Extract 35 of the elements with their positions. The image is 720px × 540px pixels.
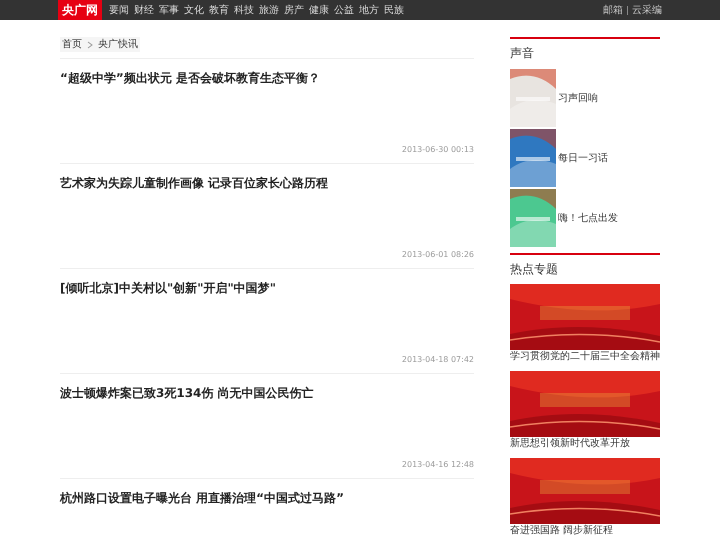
article-date: 2013-06-01 08:26 bbox=[402, 249, 474, 261]
nav-link[interactable]: 教育 bbox=[208, 2, 230, 18]
nav-link[interactable]: 地方 bbox=[358, 2, 380, 18]
nav-link[interactable]: 军事 bbox=[158, 2, 180, 18]
audio-title[interactable]: 每日一习话 bbox=[558, 150, 608, 166]
article-title[interactable]: [倾听北京]中关村以"创新"开启"中国梦" bbox=[60, 279, 474, 297]
nav-link[interactable]: 旅游 bbox=[258, 2, 280, 18]
nav-link[interactable]: 公益 bbox=[333, 2, 355, 18]
site-logo[interactable]: 央广网 bbox=[58, 0, 102, 20]
article-date: 2013-04-18 07:42 bbox=[402, 354, 474, 366]
audio-title[interactable]: 习声回响 bbox=[558, 90, 598, 106]
article-date: 2013-06-30 00:13 bbox=[402, 144, 474, 156]
topic-caption[interactable]: 学习贯彻党的二十届三中全会精神 bbox=[510, 351, 660, 363]
article-title[interactable]: 艺术家为失踪儿童制作画像 记录百位家长心路历程 bbox=[60, 174, 474, 192]
nav-link[interactable]: 健康 bbox=[308, 2, 330, 18]
article-date: 2013-04-16 12:48 bbox=[402, 459, 474, 471]
section-heading: 热点专题 bbox=[510, 261, 559, 278]
breadcrumb-link[interactable]: 首页 bbox=[62, 37, 82, 52]
chevron-icon bbox=[87, 40, 93, 48]
article-title[interactable]: “超级中学”频出状元 是否会破坏教育生态平衡？ bbox=[60, 69, 474, 87]
nav-link[interactable]: 要闻 bbox=[108, 2, 130, 18]
header-link[interactable]: 云采编 bbox=[632, 2, 662, 18]
nav-link[interactable]: 科技 bbox=[233, 2, 255, 18]
header-link[interactable]: 邮箱 bbox=[603, 2, 623, 18]
article-title[interactable]: 波士顿爆炸案已致3死134伤 尚无中国公民伤亡 bbox=[60, 384, 474, 402]
breadcrumb-link[interactable]: 央广快讯 bbox=[98, 37, 138, 52]
article-title[interactable]: 杭州路口设置电子曝光台 用直播治理“中国式过马路” bbox=[60, 489, 474, 507]
nav-link[interactable]: 房产 bbox=[283, 2, 305, 18]
nav-link[interactable]: 民族 bbox=[383, 2, 405, 18]
nav-link[interactable]: 财经 bbox=[133, 2, 155, 18]
topic-caption[interactable]: 奋进强国路 阔步新征程 bbox=[510, 525, 660, 537]
audio-title[interactable]: 嗨！七点出发 bbox=[558, 210, 618, 226]
topic-caption[interactable]: 新思想引领新时代改革开放 bbox=[510, 438, 660, 450]
section-heading: 声音 bbox=[510, 45, 535, 62]
nav-link[interactable]: 文化 bbox=[183, 2, 205, 18]
